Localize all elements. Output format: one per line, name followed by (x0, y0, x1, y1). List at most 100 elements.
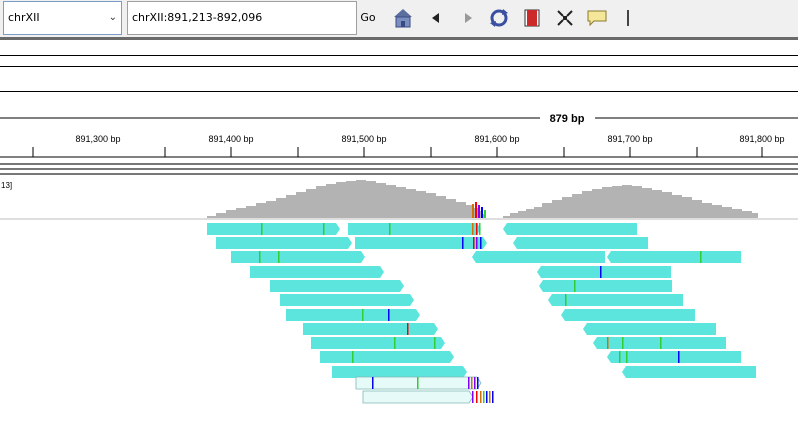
popup-text-icon[interactable] (585, 6, 609, 30)
ruler-line-icon[interactable] (616, 6, 640, 30)
mismatch-mark (389, 223, 391, 235)
aligned-read (472, 251, 605, 263)
alignment-panel[interactable] (0, 176, 798, 434)
coverage-mismatch-bar (484, 210, 486, 218)
aligned-read (231, 251, 365, 263)
mismatch-mark (417, 377, 419, 389)
aligned-read (593, 337, 726, 349)
coverage-bar (503, 185, 758, 218)
back-icon[interactable] (424, 6, 448, 30)
tick-label: 891,400 bp (208, 134, 253, 144)
aligned-read (513, 237, 648, 249)
aligned-read (311, 337, 445, 349)
aligned-read (548, 294, 683, 306)
mismatch-mark (565, 294, 567, 306)
mismatch-mark (278, 251, 280, 263)
aligned-read (303, 323, 438, 335)
resize-to-window-icon[interactable] (553, 6, 577, 30)
track-divider (0, 168, 798, 170)
tick-label: 891,800 bp (739, 134, 784, 144)
aligned-read (561, 309, 695, 321)
chromosome-value: chrXII (8, 11, 40, 24)
aligned-read (320, 351, 454, 363)
forward-icon[interactable] (456, 6, 480, 30)
mismatch-mark (486, 391, 488, 403)
coverage-mismatch-bar (475, 202, 477, 218)
coverage-mismatch-bar (478, 205, 480, 218)
mismatch-mark (388, 309, 390, 321)
aligned-read (622, 366, 756, 378)
mismatch-mark (477, 377, 479, 389)
mismatch-mark (462, 237, 464, 249)
mismatch-mark (480, 237, 482, 249)
aligned-read (332, 366, 467, 378)
mismatch-mark (473, 237, 475, 249)
mismatch-mark (471, 377, 473, 389)
mismatch-mark (474, 377, 476, 389)
mismatch-mark (323, 223, 325, 235)
aligned-read (348, 223, 481, 235)
track-divider (0, 163, 798, 165)
divider (0, 91, 798, 92)
aligned-read (539, 280, 672, 292)
mismatch-mark (394, 337, 396, 349)
tick-label: 891,300 bp (75, 134, 120, 144)
locus-input[interactable]: chrXII:891,213-892,096 (127, 1, 357, 35)
mismatch-mark (492, 391, 494, 403)
track-divider (0, 173, 798, 175)
aligned-read (216, 237, 352, 249)
mismatch-mark (483, 391, 485, 403)
toolbar: chrXII ⌄ chrXII:891,213-892,096 Go (0, 0, 798, 37)
mismatch-mark (372, 377, 374, 389)
mismatch-mark (352, 351, 354, 363)
go-button[interactable]: Go (358, 1, 378, 35)
mismatch-mark (472, 391, 474, 403)
mismatch-mark (626, 351, 628, 363)
mismatch-mark (607, 337, 609, 349)
refresh-icon[interactable] (487, 6, 511, 30)
aligned-read (537, 266, 671, 278)
mismatch-mark (362, 309, 364, 321)
aligned-read (207, 223, 340, 235)
mismatch-mark (622, 337, 624, 349)
span-label: 879 bp (550, 113, 585, 125)
aligned-read (503, 223, 637, 235)
mismatch-mark (476, 391, 478, 403)
mismatch-mark (479, 223, 481, 235)
aligned-read (607, 251, 741, 263)
aligned-read (250, 266, 384, 278)
mismatch-mark (574, 280, 576, 292)
aligned-read (583, 323, 716, 335)
tick-label: 891,700 bp (607, 134, 652, 144)
mismatch-mark (619, 351, 621, 363)
mismatch-mark (259, 251, 261, 263)
aligned-read (355, 237, 487, 249)
aligned-read (280, 294, 414, 306)
region-of-interest-icon[interactable] (520, 6, 544, 30)
coverage-mismatch-bar (481, 207, 483, 218)
mismatch-mark (700, 251, 702, 263)
mismatch-mark (261, 223, 263, 235)
ruler-panel: 879 bp 891,300 bp 891,400 bp 891,500 bp … (0, 113, 798, 158)
mismatch-mark (480, 391, 482, 403)
divider (0, 66, 798, 67)
chromosome-dropdown[interactable]: chrXII ⌄ (3, 1, 122, 35)
aligned-read (270, 280, 404, 292)
home-icon[interactable] (391, 6, 415, 30)
mismatch-mark (407, 323, 409, 335)
coverage-bar (207, 180, 486, 218)
mismatch-mark (468, 377, 470, 389)
mismatch-mark (489, 391, 491, 403)
chevron-down-icon: ⌄ (108, 12, 117, 23)
mismatch-mark (600, 266, 602, 278)
mismatch-mark (660, 337, 662, 349)
aligned-read (286, 309, 420, 321)
mismatch-mark (476, 223, 478, 235)
divider (0, 55, 798, 56)
tick-label: 891,500 bp (341, 134, 386, 144)
mismatch-mark (476, 237, 478, 249)
coverage-mismatch-bar (472, 204, 474, 218)
aligned-read (362, 390, 474, 404)
mismatch-mark (472, 223, 474, 235)
tick-label: 891,600 bp (474, 134, 519, 144)
